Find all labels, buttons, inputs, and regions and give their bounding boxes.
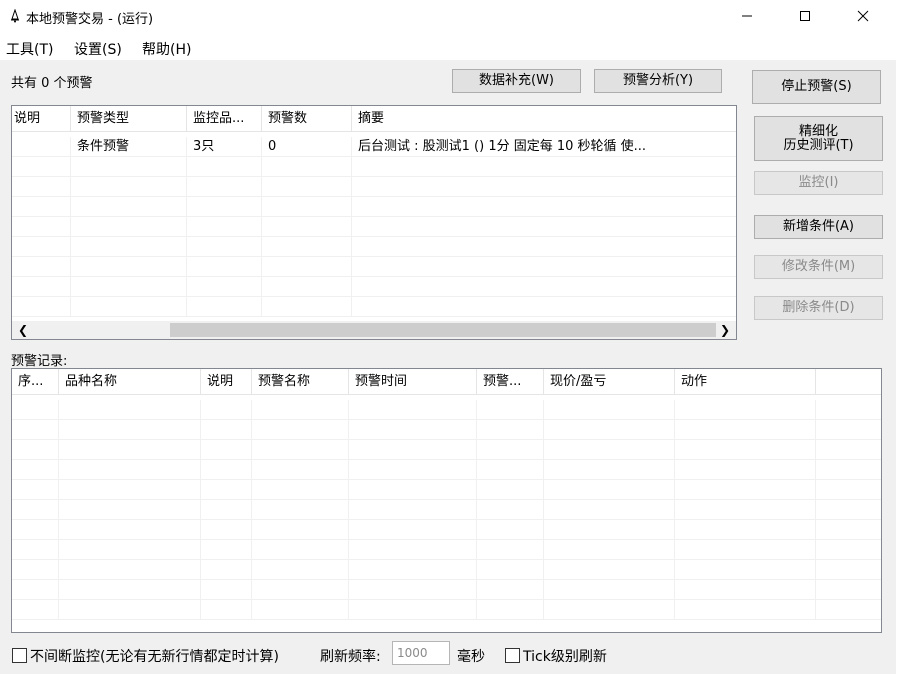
empty-row	[12, 580, 881, 600]
minimize-icon	[742, 15, 752, 17]
minimize-button[interactable]	[724, 0, 770, 32]
fine-history-eval-button[interactable]: 精细化 历史测评(T)	[754, 116, 883, 161]
empty-row	[12, 237, 736, 257]
scrollbar-thumb[interactable]	[170, 323, 716, 337]
add-condition-button[interactable]: 新增条件(A)	[754, 215, 883, 239]
empty-row	[12, 217, 736, 237]
close-icon	[857, 10, 869, 22]
data-fill-button[interactable]: 数据补充(W)	[452, 69, 581, 93]
col-header-note[interactable]: 说明	[201, 369, 252, 395]
monitor-button[interactable]: 监控(I)	[754, 171, 883, 195]
alert-count-label: 共有 0 个预警	[11, 76, 93, 91]
cell-monitored: 3只	[187, 137, 262, 157]
bell-icon	[11, 9, 19, 23]
scroll-left-icon[interactable]: ❮	[14, 321, 32, 339]
fine-history-line1: 精细化	[798, 123, 838, 139]
fine-history-line2: 历史测评(T)	[783, 137, 854, 153]
col-header-alert-type[interactable]: 预警类型	[71, 106, 187, 132]
refresh-rate-input[interactable]: 1000	[392, 641, 450, 665]
scroll-right-icon[interactable]: ❯	[716, 321, 734, 339]
col-header-alert-time[interactable]: 预警时间	[349, 369, 477, 395]
empty-row	[12, 500, 881, 520]
empty-row	[12, 157, 736, 177]
menu-settings[interactable]: 设置(S)	[74, 39, 122, 59]
refresh-rate-unit: 毫秒	[457, 649, 485, 665]
empty-row	[12, 257, 736, 277]
title-bar: 本地预警交易 - (运行)	[0, 0, 898, 34]
refresh-rate-label: 刷新频率:	[320, 649, 381, 665]
cell-alert-count: 0	[262, 137, 352, 157]
alerts-table-header: 说明 预警类型 监控品... 预警数 摘要	[12, 106, 736, 132]
empty-row	[12, 440, 881, 460]
col-header-alert-name[interactable]: 预警名称	[252, 369, 349, 395]
close-button[interactable]	[840, 0, 886, 32]
records-table-header: 序... 品种名称 说明 预警名称 预警时间 预警... 现价/盈亏 动作	[12, 369, 881, 395]
col-header-price-pnl[interactable]: 现价/盈亏	[544, 369, 675, 395]
tick-refresh-checkbox[interactable]	[505, 648, 520, 663]
cell-summary: 后台测试 : 股测试1 () 1分 固定每 10 秒轮循 使...	[358, 139, 647, 154]
alerts-table-body: 条件预警 3只 0 后台测试 : 股测试1 () 1分 固定每 10 秒轮循 使…	[12, 137, 736, 317]
col-header-description[interactable]: 说明	[12, 106, 71, 132]
records-table-body	[12, 400, 881, 620]
empty-row	[12, 520, 881, 540]
menu-tools[interactable]: 工具(T)	[6, 39, 53, 59]
empty-row	[12, 297, 736, 317]
horizontal-scrollbar[interactable]: ❮ ❯	[12, 321, 736, 339]
empty-row	[12, 460, 881, 480]
continuous-monitor-checkbox[interactable]	[12, 648, 27, 663]
table-row[interactable]: 条件预警 3只 0 后台测试 : 股测试1 () 1分 固定每 10 秒轮循 使…	[12, 137, 736, 157]
col-header-alert-price[interactable]: 预警...	[477, 369, 544, 395]
col-header-filler	[816, 369, 881, 395]
alert-analysis-button[interactable]: 预警分析(Y)	[594, 69, 722, 93]
col-header-alert-count[interactable]: 预警数	[262, 106, 352, 132]
records-table: 序... 品种名称 说明 预警名称 预警时间 预警... 现价/盈亏 动作	[11, 368, 882, 633]
maximize-icon	[800, 11, 810, 21]
stop-alert-button[interactable]: 停止预警(S)	[752, 70, 881, 104]
empty-row	[12, 177, 736, 197]
delete-condition-button[interactable]: 删除条件(D)	[754, 296, 883, 320]
empty-row	[12, 600, 881, 620]
alerts-table: 说明 预警类型 监控品... 预警数 摘要 条件预警 3只 0 后台测试 : 股…	[11, 105, 737, 340]
empty-row	[12, 400, 881, 420]
col-header-seq[interactable]: 序...	[12, 369, 59, 395]
col-header-symbol-name[interactable]: 品种名称	[59, 369, 201, 395]
edit-condition-button[interactable]: 修改条件(M)	[754, 255, 883, 279]
empty-row	[12, 540, 881, 560]
continuous-monitor-label: 不间断监控(无论有无新行情都定时计算)	[30, 649, 279, 665]
cell-alert-type: 条件预警	[71, 137, 187, 157]
main-panel: 共有 0 个预警 数据补充(W) 预警分析(Y) 停止预警(S) 精细化 历史测…	[0, 60, 896, 674]
col-header-monitored[interactable]: 监控品...	[187, 106, 262, 132]
col-header-action[interactable]: 动作	[675, 369, 816, 395]
menu-help[interactable]: 帮助(H)	[142, 39, 191, 59]
empty-row	[12, 480, 881, 500]
window-title: 本地预警交易 - (运行)	[26, 12, 154, 27]
empty-row	[12, 420, 881, 440]
empty-row	[12, 277, 736, 297]
cell-description	[12, 137, 71, 157]
empty-row	[12, 197, 736, 217]
menu-bar: 工具(T) 设置(S) 帮助(H)	[0, 36, 898, 58]
maximize-button[interactable]	[782, 0, 828, 32]
col-header-summary[interactable]: 摘要	[352, 106, 736, 132]
empty-row	[12, 560, 881, 580]
tick-refresh-label: Tick级别刷新	[523, 649, 607, 665]
records-label: 预警记录:	[11, 354, 68, 369]
